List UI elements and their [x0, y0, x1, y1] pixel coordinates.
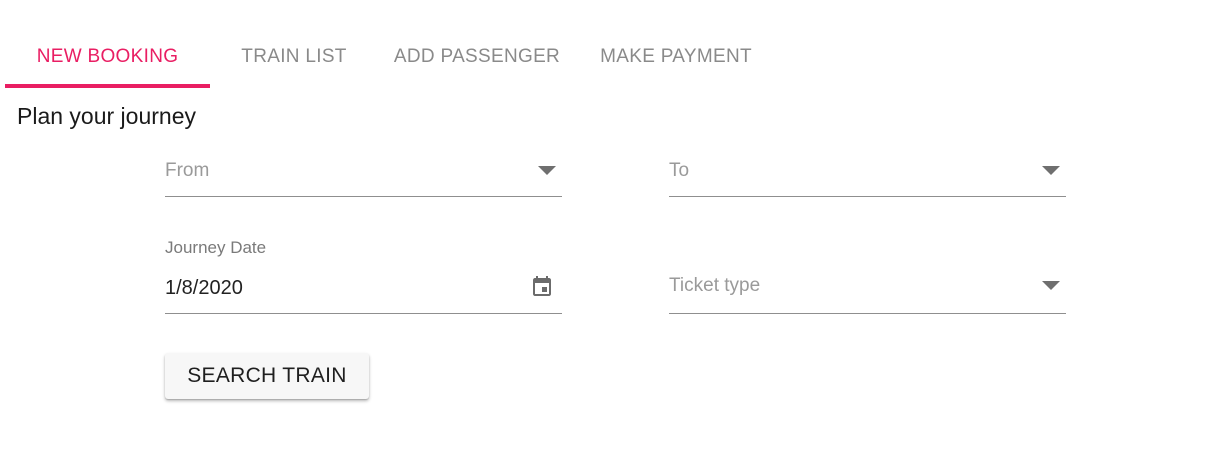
tab-label: TRAIN LIST [241, 46, 347, 67]
tab-train-list[interactable]: TRAIN LIST [210, 28, 378, 88]
ticket-type-select[interactable]: Ticket type [669, 266, 1066, 314]
tab-add-passenger[interactable]: ADD PASSENGER [378, 28, 576, 88]
ticket-type-placeholder: Ticket type [669, 275, 761, 296]
chevron-down-icon[interactable] [1042, 166, 1060, 175]
calendar-icon[interactable] [530, 274, 554, 300]
tab-new-booking[interactable]: NEW BOOKING [5, 28, 210, 88]
from-placeholder: From [165, 160, 210, 181]
search-train-button[interactable]: SEARCH TRAIN [165, 353, 369, 399]
field-underline [165, 313, 562, 314]
to-placeholder: To [669, 160, 690, 181]
journey-date-input[interactable] [165, 276, 505, 300]
field-underline [669, 196, 1066, 197]
tab-label: NEW BOOKING [36, 46, 179, 67]
tab-label: ADD PASSENGER [393, 46, 561, 67]
active-tab-indicator [5, 84, 210, 88]
tab-label: MAKE PAYMENT [600, 46, 752, 67]
journey-date-label: Journey Date [165, 238, 267, 257]
from-select[interactable]: From [165, 150, 562, 197]
to-select[interactable]: To [669, 150, 1066, 197]
tab-bar: NEW BOOKING TRAIN LIST ADD PASSENGER MAK… [5, 28, 776, 88]
chevron-down-icon[interactable] [1042, 281, 1060, 290]
chevron-down-icon[interactable] [538, 166, 556, 175]
field-underline [669, 313, 1066, 314]
field-underline [165, 196, 562, 197]
booking-page: NEW BOOKING TRAIN LIST ADD PASSENGER MAK… [0, 0, 1232, 452]
journey-date-field: Journey Date [165, 238, 562, 314]
section-title: Plan your journey [17, 103, 196, 129]
tab-make-payment[interactable]: MAKE PAYMENT [576, 28, 776, 88]
